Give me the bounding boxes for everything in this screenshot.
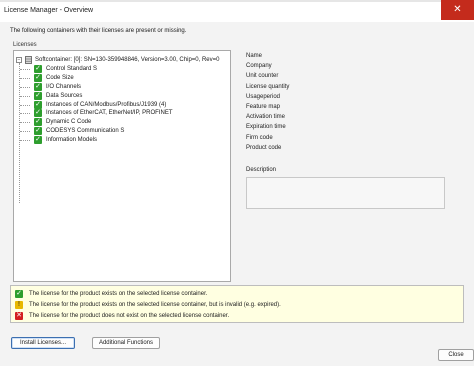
license-tree[interactable]: − Softcontainer: [0]: SN=130-359948846, …: [13, 50, 231, 282]
license-item[interactable]: ✓ I/O Channels: [20, 82, 173, 91]
prop-expiration-time: Expiration time: [246, 124, 286, 131]
legend-row-error: ✕ The license for the product does not e…: [15, 311, 229, 320]
prop-product-code: Product code: [246, 144, 282, 151]
check-icon: ✓: [34, 127, 42, 136]
license-item-label: Dynamic C Code: [46, 119, 92, 126]
license-item-label: Instances of EtherCAT, EtherNet/IP, PROF…: [46, 110, 173, 117]
license-item[interactable]: ✓ Dynamic C Code: [20, 118, 173, 127]
legend-text: The license for the product exists on th…: [29, 290, 208, 297]
license-item-label: Instances of CAN/Modbus/Profibus/J1939 (…: [46, 101, 167, 108]
tree-root-label: Softcontainer: [0]: SN=130-359948846, Ve…: [35, 56, 220, 63]
licenses-group-label: Licenses: [13, 42, 37, 48]
license-item-label: Data Sources: [46, 92, 83, 99]
license-item-label: CODESYS Communication S: [46, 128, 125, 135]
window-close-icon[interactable]: ✕: [441, 0, 474, 20]
prop-activation-time: Activation time: [246, 114, 286, 121]
license-item-label: I/O Channels: [46, 83, 82, 90]
tree-root-container[interactable]: − Softcontainer: [0]: SN=130-359948846, …: [16, 55, 219, 64]
license-properties: Name Company Unit counter License quanti…: [246, 53, 289, 155]
error-icon: ✕: [15, 311, 23, 320]
description-field: [246, 177, 445, 209]
legend-row-warning: ! The license for the product exists on …: [15, 300, 281, 309]
license-item[interactable]: ✓ Data Sources: [20, 91, 173, 100]
license-item-label: Information Models: [46, 137, 98, 144]
legend-row-ok: ✓ The license for the product exists on …: [15, 289, 207, 298]
legend-text: The license for the product exists on th…: [29, 301, 281, 308]
license-item[interactable]: ✓ Instances of CAN/Modbus/Profibus/J1939 …: [20, 100, 173, 109]
license-item[interactable]: ✓ CODESYS Communication S: [20, 127, 173, 136]
collapse-icon[interactable]: −: [16, 56, 22, 63]
prop-usageperiod: Usageperiod: [246, 93, 281, 100]
close-button[interactable]: Close: [438, 349, 474, 361]
check-icon: ✓: [34, 100, 42, 109]
overview-subtitle: The following containers with their lice…: [10, 28, 187, 34]
additional-functions-button[interactable]: Additional Functions: [92, 337, 160, 349]
prop-license-quantity: License quantity: [246, 83, 290, 90]
check-icon: ✓: [15, 289, 23, 298]
prop-feature-map: Feature map: [246, 103, 281, 110]
license-item[interactable]: ✓ Information Models: [20, 136, 173, 145]
container-icon: [25, 55, 32, 64]
prop-company: Company: [246, 63, 272, 70]
license-item[interactable]: ✓ Control Standard S: [20, 65, 173, 73]
tree-guide-line: [19, 63, 20, 203]
prop-firm-code: Firm code: [246, 134, 273, 141]
legend-text: The license for the product does not exi…: [29, 312, 230, 319]
check-icon: ✓: [34, 136, 42, 145]
warning-icon: !: [15, 300, 23, 309]
check-icon: ✓: [34, 82, 42, 91]
title-accent: [0, 0, 474, 2]
window-title: License Manager - Overview: [4, 7, 94, 14]
check-icon: ✓: [34, 73, 42, 82]
license-item[interactable]: ✓ Instances of EtherCAT, EtherNet/IP, PRO…: [20, 109, 173, 118]
check-icon: ✓: [34, 109, 42, 118]
check-icon: ✓: [34, 65, 42, 73]
check-icon: ✓: [34, 91, 42, 100]
prop-unit-counter: Unit counter: [246, 73, 279, 80]
description-label: Description: [246, 167, 277, 173]
license-item-label: Code Size: [46, 74, 74, 81]
install-licenses-button[interactable]: Install Licenses...: [11, 337, 75, 349]
license-item-label: Control Standard S: [46, 66, 98, 72]
check-icon: ✓: [34, 118, 42, 127]
status-legend: ✓ The license for the product exists on …: [10, 285, 464, 323]
title-bar: License Manager - Overview ✕: [0, 0, 474, 22]
prop-name: Name: [246, 53, 263, 59]
license-item[interactable]: ✓ Code Size: [20, 73, 173, 82]
tree-items: ✓ Control Standard S ✓ Code Size ✓ I/O Chan…: [20, 65, 173, 145]
license-manager-window: License Manager - Overview ✕ The followi…: [0, 0, 474, 366]
